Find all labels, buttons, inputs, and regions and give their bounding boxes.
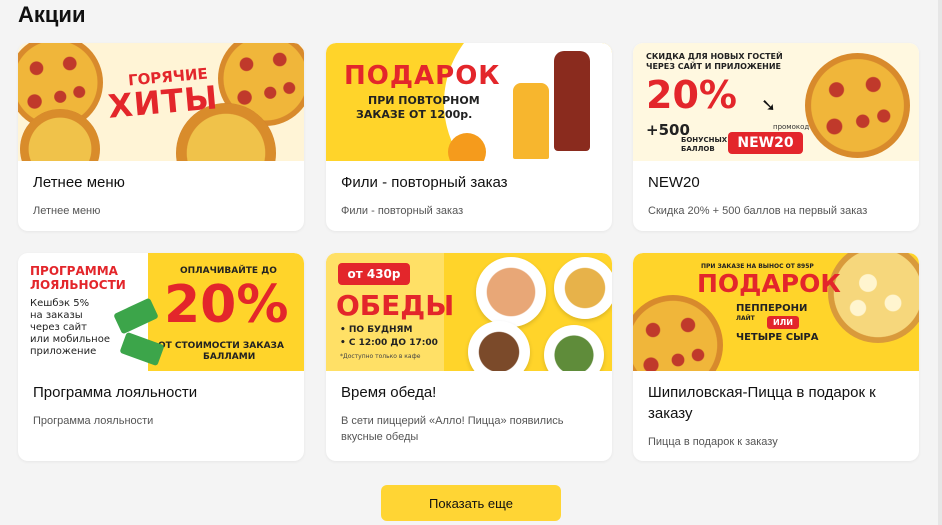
promo-description: Летнее меню [33, 205, 101, 217]
promo-banner-shipilovskaya: ПРИ ЗАКАЗЕ НА ВЫНОС ОТ 895Р ПОДАРОК ПЕПП… [633, 253, 919, 371]
price-label: от 430р [347, 267, 401, 281]
banner-subline: ЧЕТЫРЕ СЫРА [736, 332, 819, 343]
banner-subline: ЛАЙТ [736, 315, 755, 322]
arrow-icon: ➘ [761, 95, 777, 115]
promo-title: Фили - повторный заказ [341, 174, 508, 191]
show-more-button[interactable]: Показать еще [381, 485, 561, 521]
page-title: Акции [18, 2, 86, 27]
banner-subline: ПРИ ПОВТОРНОМ [368, 94, 480, 107]
juice-bottle-image [511, 81, 551, 161]
banner-subline: ОТ СТОИМОСТИ ЗАКАЗА [158, 341, 284, 351]
promo-card-fili-repeat[interactable]: ПОДАРОК ПРИ ПОВТОРНОМ ЗАКАЗЕ ОТ 1200р. Ф… [326, 43, 612, 231]
promo-card-shipilovskaya[interactable]: ПРИ ЗАКАЗЕ НА ВЫНОС ОТ 895Р ПОДАРОК ПЕПП… [633, 253, 919, 461]
banner-percent: 20% [164, 275, 289, 335]
promo-title: Программа лояльности [33, 384, 198, 401]
promo-description: Пицца в подарок к заказу [648, 436, 778, 448]
promo-banner-summer-menu: ГОРЯЧИЕ ХИТЫ [18, 43, 304, 161]
banner-subline: или мобильное [30, 334, 110, 345]
fries-plate-image [554, 257, 612, 319]
juice-bottle-image [554, 51, 590, 151]
promo-card-lunch[interactable]: от 430р ОБЕДЫ • ПО БУДНЯМ • С 12:00 ДО 1… [326, 253, 612, 461]
page-scrollbar[interactable] [938, 0, 942, 525]
salad-plate-image [544, 325, 604, 371]
banner-headline: ПОДАРОК [344, 61, 501, 91]
promo-card-loyalty[interactable]: ПРОГРАММА ЛОЯЛЬНОСТИ Кешбэк 5% на заказы… [18, 253, 304, 461]
or-badge: ИЛИ [767, 316, 799, 329]
banner-percent: 20% [646, 73, 737, 117]
promo-title: NEW20 [648, 174, 700, 191]
banner-subline: на заказы [30, 310, 83, 321]
banner-bonus-label: БАЛЛОВ [681, 145, 715, 153]
pizza-image [633, 295, 723, 371]
promo-description: Фили - повторный заказ [341, 205, 464, 217]
banner-note: *Доступно только в кафе [340, 353, 421, 360]
or-label: ИЛИ [772, 318, 794, 327]
promo-code-badge: NEW20 [728, 132, 803, 154]
promo-title: Шипиловская-Пицца в подарок к заказу [648, 384, 876, 422]
banner-headline: ОБЕДЫ [336, 289, 455, 322]
promo-card-summer-menu[interactable]: ГОРЯЧИЕ ХИТЫ Летнее меню Летнее меню [18, 43, 304, 231]
promo-title: Время обеда! [341, 384, 437, 401]
banner-headline: ЛОЯЛЬНОСТИ [30, 278, 126, 292]
banner-subline: ЗАКАЗЕ ОТ 1200р. [356, 108, 473, 121]
banner-subline: • С 12:00 ДО 17:00 [340, 338, 438, 348]
promo-banner-fili-repeat: ПОДАРОК ПРИ ПОВТОРНОМ ЗАКАЗЕ ОТ 1200р. [326, 43, 612, 161]
banner-subline: Кешбэк 5% [30, 298, 90, 309]
banner-subline: ПЕППЕРОНИ [736, 303, 808, 314]
soup-plate-image [476, 257, 546, 327]
banner-subline: СКИДКА ДЛЯ НОВЫХ ГОСТЕЙ [646, 52, 783, 61]
promo-card-new20[interactable]: СКИДКА ДЛЯ НОВЫХ ГОСТЕЙ ЧЕРЕЗ САЙТ И ПРИ… [633, 43, 919, 231]
banner-subline: ЧЕРЕЗ САЙТ И ПРИЛОЖЕНИЕ [646, 62, 782, 71]
promo-description: В сети пиццерий «Алло! Пицца» появились … [341, 415, 564, 443]
promo-description: Скидка 20% + 500 баллов на первый заказ [648, 205, 868, 217]
banner-headline: ПОДАРОК [697, 269, 841, 298]
banner-subline: через сайт [30, 322, 88, 333]
pasta-plate-image [468, 321, 530, 371]
promo-code: NEW20 [737, 135, 794, 151]
promo-banner-loyalty: ПРОГРАММА ЛОЯЛЬНОСТИ Кешбэк 5% на заказы… [18, 253, 304, 371]
banner-bonus-label: БОНУСНЫХ [681, 136, 728, 144]
banner-subline: приложение [30, 346, 97, 357]
price-badge: от 430р [338, 263, 410, 285]
banner-subline: БАЛЛАМИ [203, 352, 256, 362]
promo-banner-new20: СКИДКА ДЛЯ НОВЫХ ГОСТЕЙ ЧЕРЕЗ САЙТ И ПРИ… [633, 43, 919, 161]
promo-banner-lunch: от 430р ОБЕДЫ • ПО БУДНЯМ • С 12:00 ДО 1… [326, 253, 612, 371]
promo-code-label: промокод [773, 123, 810, 131]
pizza-image [828, 253, 919, 343]
banner-subline: • ПО БУДНЯМ [340, 325, 413, 335]
promo-title: Летнее меню [33, 174, 125, 191]
pizza-image [805, 53, 910, 158]
promo-description: Программа лояльности [33, 415, 154, 427]
banner-headline: ПРОГРАММА [30, 264, 118, 278]
